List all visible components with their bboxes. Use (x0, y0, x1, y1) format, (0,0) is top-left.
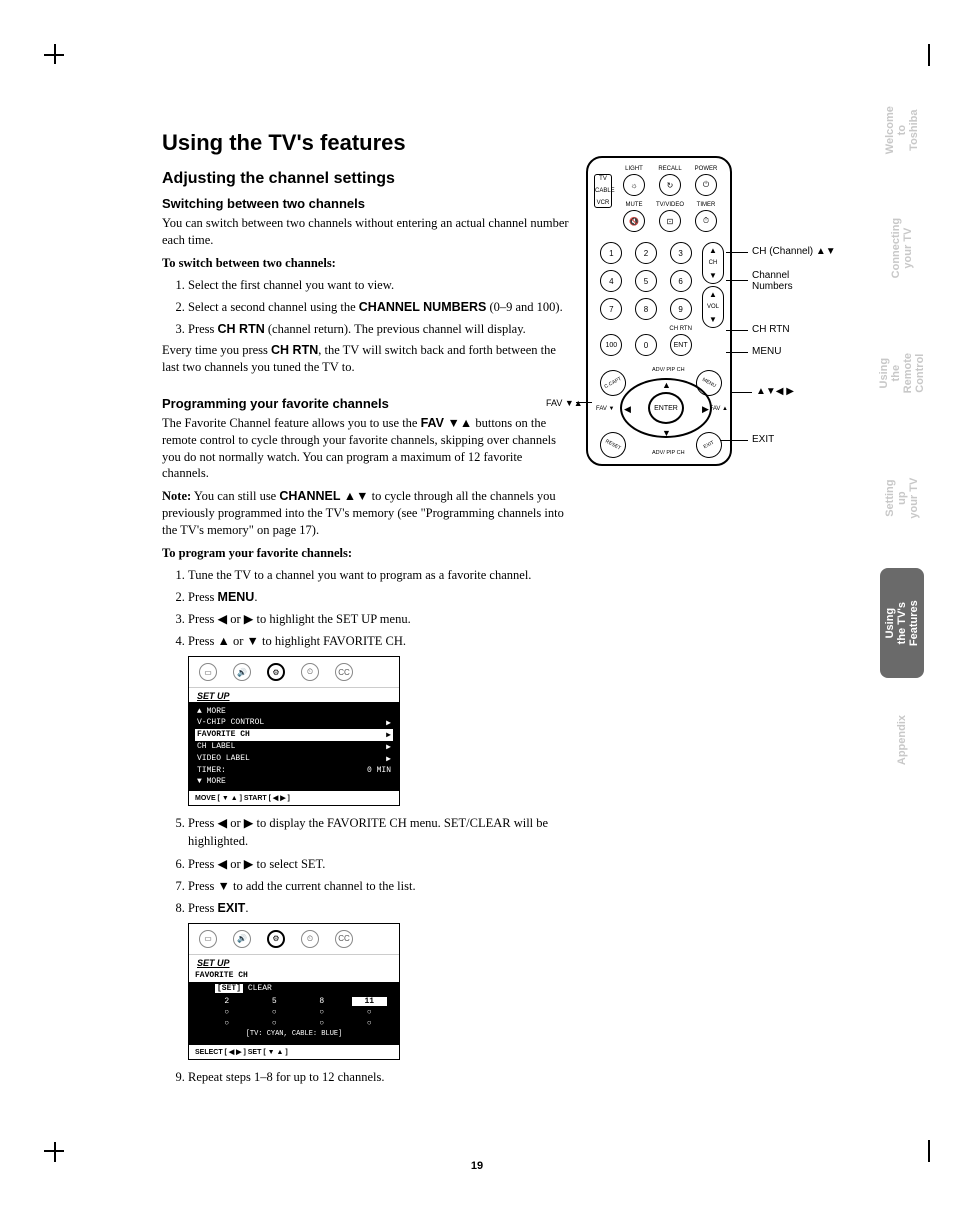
number-pad: 123 456 789 CH RTN 1000ENT (594, 242, 698, 362)
subsection-switch: Switching between two channels (162, 196, 572, 211)
step: Select the first channel you want to vie… (188, 276, 572, 294)
switch-steps: Select the first channel you want to vie… (162, 276, 572, 338)
crop-mark-bottom-right (928, 1140, 930, 1162)
osd-title: SET UP (189, 688, 399, 702)
switch-tail: Every time you press CH RTN, the TV will… (162, 342, 572, 376)
osd-title: SET UP (189, 955, 399, 969)
tab-setting-up: Setting up your TV (880, 450, 924, 546)
remote-diagram: LIGHT RECALL POWER TV CABLE VCR ☼ ↻ ⏻ MU… (586, 156, 816, 466)
step: Press MENU. (188, 588, 572, 606)
osd-footer: MOVE [ ▼ ▲ ] START [ ◀ ▶ ] (189, 791, 399, 805)
cc-icon: CC (335, 663, 353, 681)
tab-connecting: Connecting your TV (880, 200, 924, 296)
crop-mark-top-right (928, 44, 930, 66)
step: Tune the TV to a channel you want to pro… (188, 566, 572, 584)
timer-icon: ⏲ (301, 930, 319, 948)
crop-mark-top-left (44, 44, 64, 64)
step: Press ◀ or ▶ to highlight the SET UP men… (188, 610, 572, 628)
mute-button: 🔇 (623, 210, 645, 232)
timer-icon: ⏲ (301, 663, 319, 681)
fav-steps: Tune the TV to a channel you want to pro… (162, 566, 572, 651)
side-tabs: Welcome to Toshiba Connecting your TV Us… (880, 82, 924, 780)
callout-channel: CH (Channel) ▲▼ (752, 246, 836, 257)
tab-welcome: Welcome to Toshiba (880, 82, 924, 178)
osd-setup-menu: ▭ 🔊 ⚙ ⏲ CC SET UP ▲ MORE V-CHIP CONTROL▶… (188, 656, 400, 806)
volume-rocker: ▲VOL▼ (702, 286, 724, 328)
enter-button: ENTER (648, 392, 684, 424)
cc-icon: CC (335, 930, 353, 948)
pip-label-bottom: ADV/ PIP CH (652, 451, 685, 457)
osd-icon-row: ▭ 🔊 ⚙ ⏲ CC (189, 657, 399, 688)
switch-intro: You can switch between two channels with… (162, 215, 572, 249)
fav-steps-cont: Press ◀ or ▶ to display the FAVORITE CH … (162, 814, 572, 917)
step: Press ▼ to add the current channel to th… (188, 877, 572, 895)
page-title: Using the TV's features (162, 130, 572, 156)
remote-body: LIGHT RECALL POWER TV CABLE VCR ☼ ↻ ⏻ MU… (586, 156, 732, 466)
power-button: ⏻ (695, 174, 717, 196)
pip-label: ADV/ PIP CH (652, 368, 685, 374)
osd-body: FAVORITE CH [SET] CLEAR 25811 ○○○○ ○○○○ … (189, 969, 399, 1045)
exit-button: EXIT (691, 427, 726, 462)
nav-cluster: ADV/ PIP CH ENTER ▲ ▼ ◀ ▶ C.CAPT MENU RE… (594, 372, 724, 454)
setup-icon: ⚙ (267, 663, 285, 681)
step: Press ◀ or ▶ to display the FAVORITE CH … (188, 814, 572, 850)
timer-button: ⏱ (695, 210, 717, 232)
fav-down-label: FAV ▼ (596, 406, 615, 412)
channel-rocker: ▲CH▼ (702, 242, 724, 284)
picture-icon: ▭ (199, 663, 217, 681)
step: Press EXIT. (188, 899, 572, 917)
callout-exit: EXIT (752, 434, 774, 445)
section-heading: Adjusting the channel settings (162, 170, 572, 188)
audio-icon: 🔊 (233, 663, 251, 681)
crop-mark-bottom-left (44, 1142, 64, 1162)
main-column: Using the TV's features Adjusting the ch… (162, 130, 572, 1090)
osd-favorite-menu: ▭ 🔊 ⚙ ⏲ CC SET UP FAVORITE CH [SET] CLEA… (188, 923, 400, 1060)
recall-button: ↻ (659, 174, 681, 196)
callout-numbers: Channel Numbers (752, 270, 793, 292)
fav-up-label: FAV ▲ (710, 406, 729, 412)
picture-icon: ▭ (199, 930, 217, 948)
light-button: ☼ (623, 174, 645, 196)
step: Press ◀ or ▶ to select SET. (188, 855, 572, 873)
callout-chrtn: CH RTN (752, 324, 790, 335)
mode-switch: TV CABLE VCR (594, 174, 612, 208)
osd-icon-row: ▭ 🔊 ⚙ ⏲ CC (189, 924, 399, 955)
page-number: 19 (0, 1160, 954, 1172)
step: Press CH RTN (channel return). The previ… (188, 320, 572, 338)
tab-appendix: Appendix (880, 700, 924, 780)
tab-remote: Using the Remote Control (880, 318, 924, 428)
osd-footer: SELECT [ ◀ ▶ ] SET [ ▼ ▲ ] (189, 1045, 399, 1059)
callout-arrows: ▲▼◀ ▶ (756, 386, 794, 397)
fav-note: Note: You can still use CHANNEL ▲▼ to cy… (162, 488, 572, 539)
osd-channel-grid: 25811 ○○○○ ○○○○ (195, 993, 393, 1030)
fav-intro: The Favorite Channel feature allows you … (162, 415, 572, 483)
fav-lead: To program your favorite channels: (162, 545, 572, 562)
step: Press ▲ or ▼ to highlight FAVORITE CH. (188, 632, 572, 650)
tvvideo-button: ⊡ (659, 210, 681, 232)
subsection-fav: Programming your favorite channels (162, 396, 572, 411)
step: Select a second channel using the CHANNE… (188, 298, 572, 316)
callout-fav-left: FAV ▼▲ (546, 398, 583, 408)
switch-lead: To switch between two channels: (162, 255, 572, 272)
callout-menu: MENU (752, 346, 781, 357)
audio-icon: 🔊 (233, 930, 251, 948)
step: Repeat steps 1–8 for up to 12 channels. (188, 1068, 572, 1086)
osd-body: ▲ MORE V-CHIP CONTROL▶ FAVORITE CH▶ CH L… (189, 702, 399, 791)
reset-button: RESET (595, 427, 630, 462)
setup-icon: ⚙ (267, 930, 285, 948)
fav-steps-end: Repeat steps 1–8 for up to 12 channels. (162, 1068, 572, 1086)
tab-features: Using the TV's Features (880, 568, 924, 678)
